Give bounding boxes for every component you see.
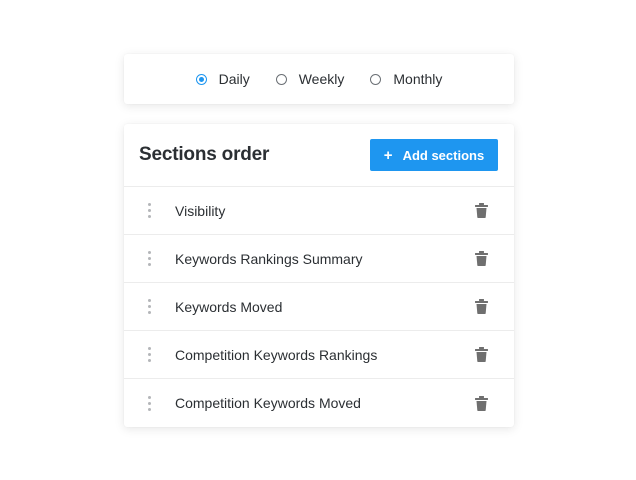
trash-icon[interactable] [461,331,501,378]
radio-monthly[interactable]: Monthly [370,71,442,87]
frequency-selector: Daily Weekly Monthly [124,54,514,104]
radio-weekly[interactable]: Weekly [275,71,345,87]
trash-icon[interactable] [461,235,501,282]
section-row: Keywords Rankings Summary [124,235,514,283]
radio-weekly-indicator[interactable] [275,73,287,85]
section-label: Visibility [175,202,226,219]
radio-weekly-label: Weekly [298,71,345,87]
plus-icon: + [383,146,393,164]
section-row: Keywords Moved [124,283,514,331]
add-sections-label: Add sections [402,147,485,163]
radio-daily[interactable]: Daily [195,71,250,87]
sections-header: Sections order + Add sections [124,124,514,187]
trash-icon[interactable] [461,379,501,427]
radio-daily-label: Daily [218,71,250,87]
radio-daily-indicator[interactable] [195,73,207,85]
section-label: Keywords Moved [175,298,283,315]
add-sections-button[interactable]: + Add sections [370,139,498,171]
trash-icon[interactable] [461,187,501,234]
drag-handle-icon[interactable] [124,187,175,234]
sections-order-panel: Sections order + Add sections Visibility… [124,124,514,427]
section-row: Competition Keywords Moved [124,379,514,427]
drag-handle-icon[interactable] [124,235,175,282]
radio-monthly-indicator[interactable] [370,73,382,85]
section-row: Competition Keywords Rankings [124,331,514,379]
sections-title: Sections order [139,144,270,165]
section-label: Competition Keywords Rankings [175,346,378,363]
trash-icon[interactable] [461,283,501,330]
drag-handle-icon[interactable] [124,331,175,378]
radio-monthly-label: Monthly [393,71,443,87]
drag-handle-icon[interactable] [124,283,175,330]
section-row: Visibility [124,187,514,235]
drag-handle-icon[interactable] [124,379,175,427]
section-label: Competition Keywords Moved [175,395,361,411]
section-label: Keywords Rankings Summary [175,250,363,267]
